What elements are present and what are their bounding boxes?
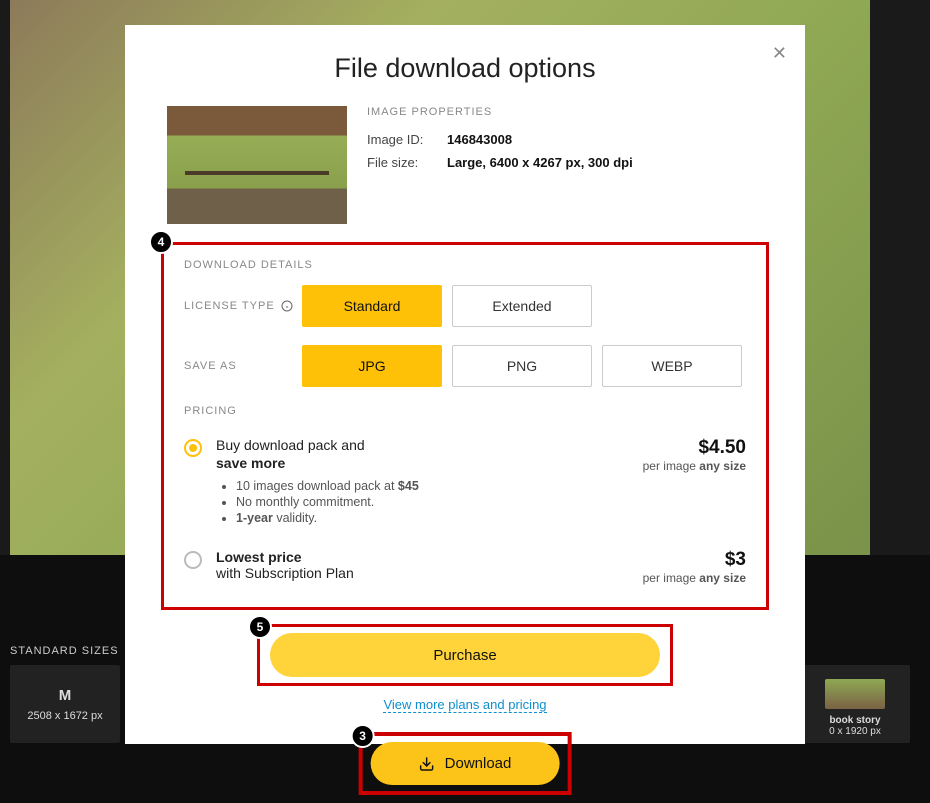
download-details-border: DOWNLOAD DETAILS LICENSE TYPE Standard E… [161, 242, 769, 610]
download-callout-border: 3 Download [359, 732, 572, 795]
bookstory-dims: 0 x 1920 px [829, 726, 881, 737]
sub-amount: $3 [643, 549, 746, 571]
modal-title: File download options [161, 53, 769, 84]
format-webp-button[interactable]: WEBP [602, 345, 742, 387]
size-dims: 2508 x 1672 px [27, 710, 102, 722]
close-icon[interactable]: ✕ [772, 43, 787, 64]
format-png-button[interactable]: PNG [452, 345, 592, 387]
pack-bullets: 10 images download pack at $45 No monthl… [216, 479, 621, 525]
download-icon [419, 756, 435, 772]
subscription-radio[interactable] [184, 551, 202, 569]
format-button-group: JPG PNG WEBP [302, 345, 742, 387]
pricing-option-subscription[interactable]: Lowest price with Subscription Plan $3 p… [184, 549, 746, 585]
download-options-modal: ✕ File download options IMAGE PROPERTIES… [125, 25, 805, 744]
purchase-button[interactable]: Purchase [270, 633, 660, 677]
image-id-value: 146843008 [447, 132, 512, 147]
download-label: Download [445, 755, 512, 772]
pack-amount: $4.50 [643, 437, 746, 459]
image-thumbnail [167, 106, 347, 224]
license-label: LICENSE TYPE [184, 300, 302, 312]
sub-line1: Lowest price [216, 549, 621, 565]
pack-description: Buy download pack and save more 10 image… [216, 437, 621, 527]
purchase-button-wrap: 5 Purchase [161, 624, 769, 686]
info-icon[interactable] [281, 300, 293, 312]
callout-3-badge: 3 [351, 724, 375, 748]
bookstory-thumb [825, 679, 885, 709]
size-card-bookstory[interactable]: book story 0 x 1920 px [800, 665, 910, 743]
bookstory-label: book story [829, 715, 880, 726]
license-extended-button[interactable]: Extended [452, 285, 592, 327]
view-more-wrap: View more plans and pricing [161, 696, 769, 714]
format-jpg-button[interactable]: JPG [302, 345, 442, 387]
download-button[interactable]: Download [371, 742, 560, 785]
saveas-label: SAVE AS [184, 360, 302, 372]
image-properties: IMAGE PROPERTIES Image ID: 146843008 Fil… [367, 106, 633, 224]
file-size-label: File size: [367, 155, 437, 170]
sub-line2: with Subscription Plan [216, 565, 621, 581]
license-button-group: Standard Extended [302, 285, 592, 327]
pack-bullet-2: No monthly commitment. [236, 495, 621, 509]
pricing-header: PRICING [184, 405, 746, 417]
purchase-callout-border: 5 Purchase [257, 624, 673, 686]
image-properties-row: IMAGE PROPERTIES Image ID: 146843008 Fil… [161, 106, 769, 224]
subscription-price: $3 per image any size [643, 549, 746, 585]
sub-per: per image any size [643, 571, 746, 585]
file-size-value: Large, 6400 x 4267 px, 300 dpi [447, 155, 633, 170]
properties-header: IMAGE PROPERTIES [367, 106, 633, 118]
subscription-description: Lowest price with Subscription Plan [216, 549, 621, 585]
pack-line1: Buy download pack and [216, 437, 621, 453]
image-id-label: Image ID: [367, 132, 437, 147]
callout-5-badge: 5 [248, 615, 272, 639]
pack-bullet-1: 10 images download pack at $45 [236, 479, 621, 493]
size-card-m[interactable]: M 2508 x 1672 px [10, 665, 120, 743]
pack-bullet-3: 1-year validity. [236, 511, 621, 525]
download-details-wrap: 4 DOWNLOAD DETAILS LICENSE TYPE Standard… [161, 242, 769, 610]
license-row: LICENSE TYPE Standard Extended [184, 285, 746, 327]
view-more-plans-link[interactable]: View more plans and pricing [383, 697, 546, 713]
pack-radio[interactable] [184, 439, 202, 457]
pricing-option-pack[interactable]: Buy download pack and save more 10 image… [184, 437, 746, 527]
saveas-row: SAVE AS JPG PNG WEBP [184, 345, 746, 387]
download-details-header: DOWNLOAD DETAILS [184, 259, 746, 271]
pack-per: per image any size [643, 459, 746, 473]
pack-price: $4.50 per image any size [643, 437, 746, 527]
size-name: M [59, 687, 72, 704]
callout-4-badge: 4 [149, 230, 173, 254]
pack-line2: save more [216, 455, 621, 471]
download-button-wrap: 3 Download [359, 732, 572, 795]
license-standard-button[interactable]: Standard [302, 285, 442, 327]
